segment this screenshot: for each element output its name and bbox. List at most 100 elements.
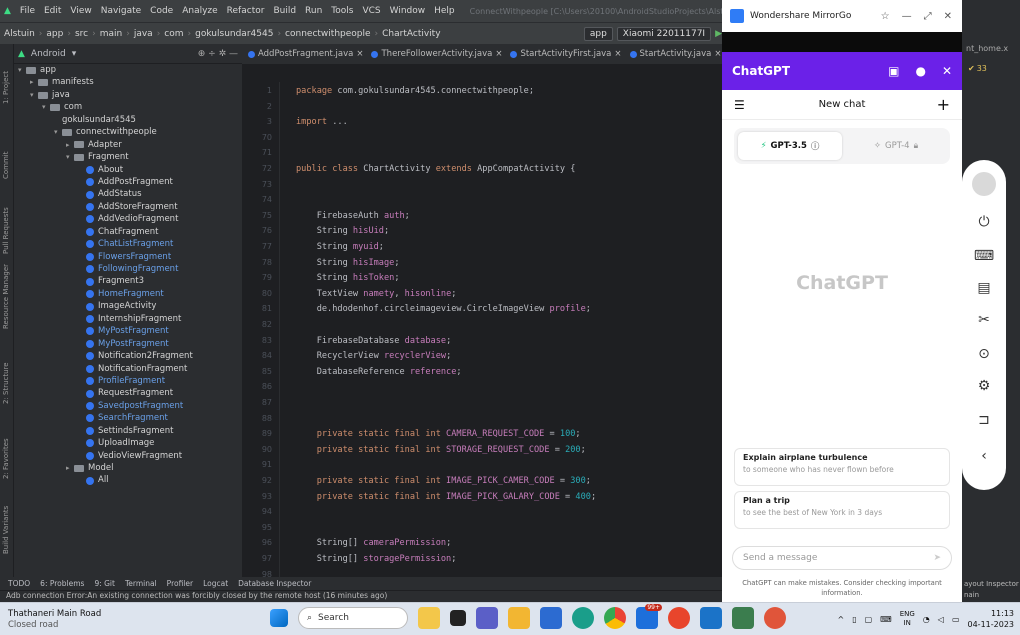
code-line[interactable]: String hisImage; [296,258,400,268]
plus-icon[interactable]: + [937,95,950,114]
minimize-icon[interactable]: — [902,11,912,22]
code-line[interactable]: private static final int IMAGE_PICK_GALA… [296,492,596,502]
pin-icon[interactable]: ☆ [881,11,890,22]
bottom-tool-tab[interactable]: Profiler [167,579,193,588]
android-studio-icon[interactable] [732,607,754,629]
tool-tab[interactable]: 2: Favorites [2,438,10,479]
code-line[interactable]: de.hdodenhof.circleimageview.CircleImage… [296,304,591,314]
code-line[interactable]: import ... [296,117,348,127]
keyboard-icon[interactable]: ⌨ [880,615,892,624]
expand-icon[interactable]: ⤢ [924,11,932,22]
menu-item-edit[interactable]: Edit [44,6,61,16]
tree-item[interactable]: ▾ connectwithpeople [14,126,242,138]
run-config-select[interactable]: app [583,26,613,41]
menu-item-refactor[interactable]: Refactor [227,6,265,16]
message-input[interactable]: Send a message ➤ [732,546,952,570]
code-line[interactable]: String[] storagePermission; [296,554,457,564]
tree-item[interactable]: ChatFragment [14,226,242,238]
tree-item[interactable]: ▾ app [14,64,242,76]
settings-icon[interactable]: ⚙ [962,378,1006,394]
tree-item[interactable]: NotificationFragment [14,363,242,375]
breadcrumb-item[interactable]: main [100,29,123,39]
chrome-icon[interactable] [604,607,626,629]
project-view-selector[interactable]: Android [31,49,66,59]
code-line[interactable]: RecyclerView recyclerView; [296,351,452,361]
tree-item[interactable]: ImageActivity [14,300,242,312]
menu-item-tools[interactable]: Tools [331,6,353,16]
code-line[interactable]: private static final int IMAGE_PICK_CAME… [296,476,591,486]
tree-item[interactable]: ▾ Fragment [14,151,242,163]
language-indicator[interactable]: ENG IN [900,610,915,628]
close-icon[interactable]: ✕ [944,11,952,22]
layout-inspector-tab[interactable]: ayout Inspector [964,580,1019,588]
tree-item[interactable]: FlowersFragment [14,251,242,263]
code-line[interactable]: String hisToken; [296,273,400,283]
microphone-icon[interactable]: ● [915,64,925,78]
tool-tab[interactable]: Pull Requests [2,207,10,254]
device-select[interactable]: Xiaomi 22011177I [616,26,712,41]
code-line[interactable]: String[] cameraPermission; [296,538,452,548]
breadcrumb-item[interactable]: ChartActivity [382,29,440,39]
tree-item[interactable]: gokulsundar4545 [14,114,242,126]
tool-tab[interactable]: 2: Structure [2,362,10,404]
tree-item[interactable]: All [14,474,242,486]
code-line[interactable]: FirebaseDatabase database; [296,336,452,346]
tree-item[interactable]: AddStoreFragment [14,201,242,213]
menu-item-view[interactable]: View [70,6,91,16]
tree-item[interactable]: RequestFragment [14,387,242,399]
tree-item[interactable]: SettindsFragment [14,425,242,437]
editor-tab[interactable]: StartActivity.java × [629,49,722,59]
battery-icon[interactable]: ▭ [952,615,960,624]
tree-item[interactable]: MyPostFragment [14,325,242,337]
menu-item-navigate[interactable]: Navigate [101,6,141,16]
menu-item-run[interactable]: Run [305,6,322,16]
bottom-tool-tab[interactable]: Logcat [203,579,228,588]
breadcrumb-item[interactable]: connectwithpeople [285,29,370,39]
tree-item[interactable]: Notification2Fragment [14,350,242,362]
tree-item[interactable]: ▸ Model [14,462,242,474]
tree-item[interactable]: ChatListFragment [14,238,242,250]
avatar[interactable] [972,172,996,196]
tree-item[interactable]: SearchFragment [14,412,242,424]
record-icon[interactable]: ⊙ [962,346,1006,362]
tree-item[interactable]: ProfileFragment [14,375,242,387]
menu-icon[interactable]: ☰ [734,98,745,112]
tree-item[interactable]: FollowingFragment [14,263,242,275]
code-line[interactable]: package com.gokulsundar4545.connectwithp… [296,86,534,96]
close-icon[interactable]: × [356,49,363,59]
task-view-icon[interactable] [450,610,466,626]
right-tab-hint[interactable]: nt_home.x [966,44,1008,53]
suggestion-card[interactable]: Explain airplane turbulence to someone w… [734,448,950,486]
warning-count[interactable]: ✔ 33 [968,64,987,73]
tree-item[interactable]: InternshipFragment [14,313,242,325]
wifi-icon[interactable]: ◔ [923,615,930,624]
menu-item-build[interactable]: Build [273,6,296,16]
tree-item[interactable]: AddStatus [14,188,242,200]
edge-icon[interactable] [572,607,594,629]
file-icon[interactable]: ▤ [962,280,1006,296]
editor-tab[interactable]: AddPostFragment.java × [248,49,363,59]
code-line[interactable]: DatabaseReference reference; [296,367,462,377]
bottom-tool-tab[interactable]: 6: Problems [40,579,84,588]
close-icon[interactable]: × [495,49,502,59]
bottom-tool-tab[interactable]: Database Inspector [238,579,311,588]
git-branch[interactable]: nain [964,591,979,599]
tree-item[interactable]: ▸ Adapter [14,139,242,151]
model-gpt35-button[interactable]: ⚡ GPT-3.5 ⓘ [738,132,842,160]
tree-item[interactable]: AddPostFragment [14,176,242,188]
code-line[interactable]: String myuid; [296,242,384,252]
windows-start-icon[interactable] [270,609,288,627]
breadcrumb-item[interactable]: gokulsundar4545 [195,29,273,39]
remote-icon[interactable] [700,607,722,629]
menu-item-help[interactable]: Help [434,6,455,16]
breadcrumb-item[interactable]: java [134,29,153,39]
project-tools-icons[interactable]: ⊕ ÷ ✲ — [198,49,238,59]
close-icon[interactable]: × [614,49,621,59]
model-gpt4-button[interactable]: ✧ GPT-4 🔒︎ [846,132,946,160]
store-icon[interactable] [540,607,562,629]
tree-item[interactable]: ▾ com [14,101,242,113]
send-icon[interactable]: ➤ [933,553,941,563]
tray-app-icon[interactable]: ▯ [852,615,856,624]
chevron-down-icon[interactable]: ▾ [72,49,77,59]
breadcrumb-item[interactable]: Alstuin [4,29,35,39]
